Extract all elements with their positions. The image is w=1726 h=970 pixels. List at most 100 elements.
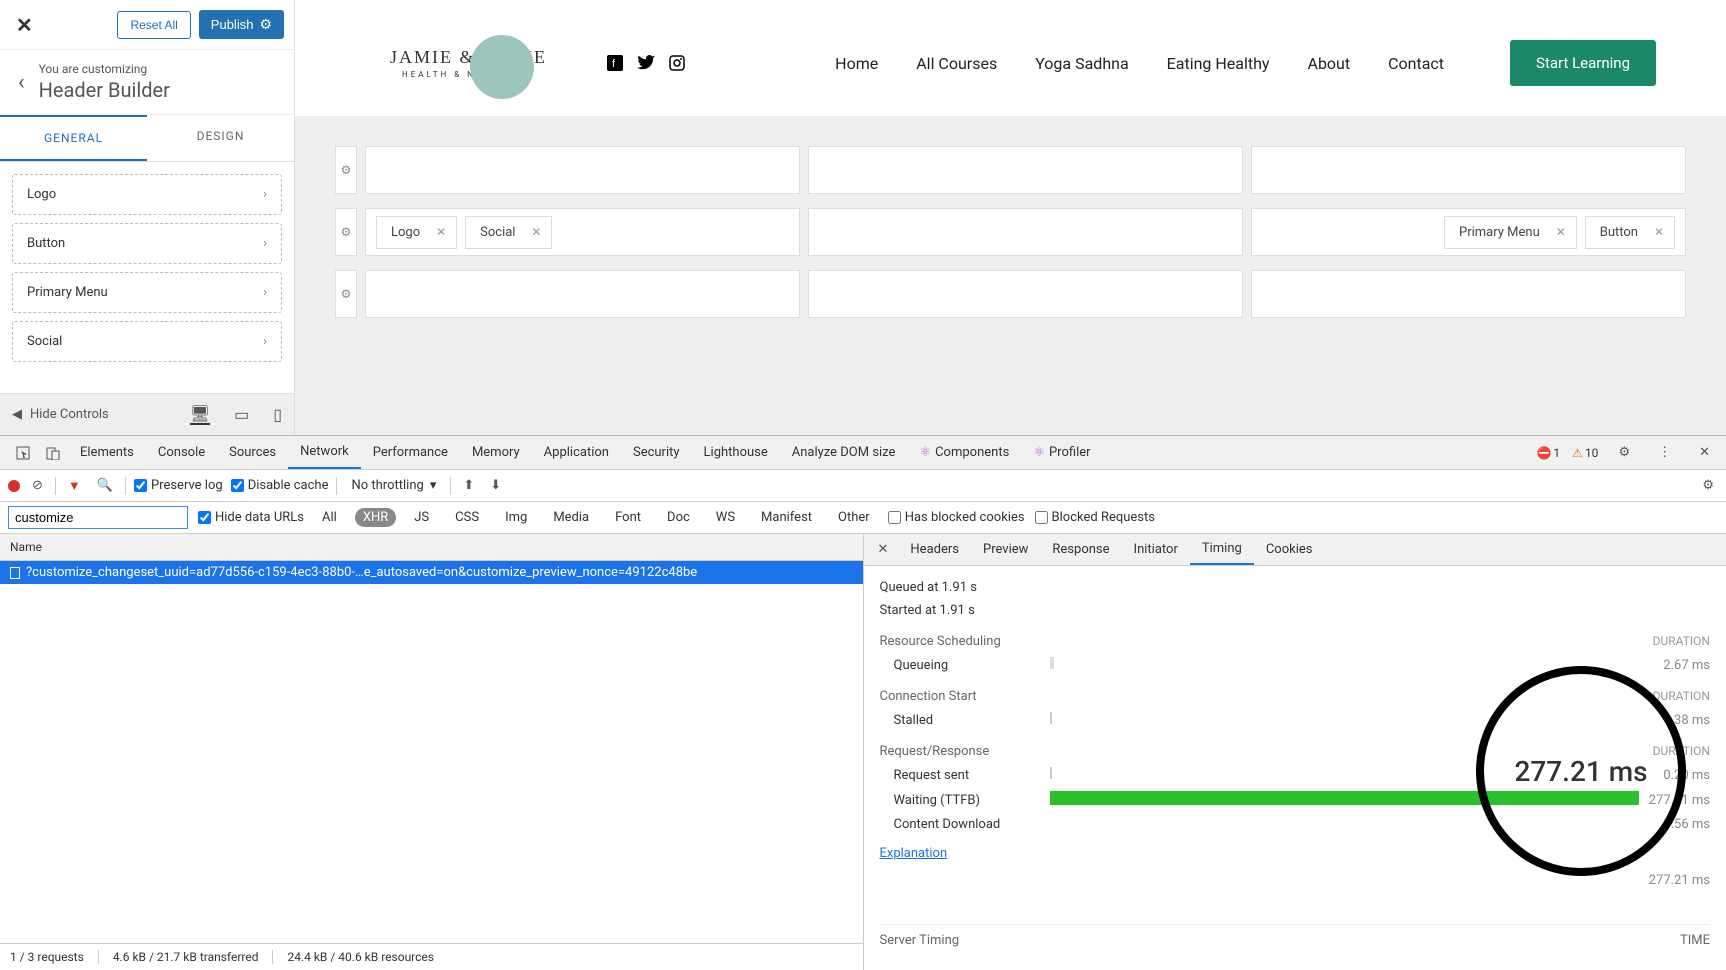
filter-js[interactable]: JS [406, 508, 437, 527]
row-handle-icon[interactable]: ⚙ [335, 208, 357, 256]
close-icon[interactable]: ✕ [10, 13, 39, 37]
builder-cell[interactable] [1251, 146, 1686, 194]
settings-icon[interactable]: ⚙ [1610, 445, 1638, 460]
close-detail-icon[interactable]: ✕ [868, 542, 899, 557]
remove-icon[interactable]: ✕ [436, 225, 446, 239]
tab-security[interactable]: Security [621, 437, 692, 468]
tab-headers[interactable]: Headers [898, 535, 971, 564]
remove-icon[interactable]: ✕ [531, 225, 541, 239]
desktop-icon[interactable]: 🖥 [190, 404, 210, 425]
download-icon[interactable]: ⬇ [486, 478, 505, 493]
builder-cell[interactable] [1251, 270, 1686, 318]
filter-media[interactable]: Media [545, 508, 597, 527]
request-row[interactable]: ?customize_changeset_uuid=ad77d556-c159-… [0, 561, 863, 584]
item-social[interactable]: Social› [12, 321, 282, 362]
checkbox[interactable] [134, 479, 147, 492]
tab-general[interactable]: GENERAL [0, 115, 147, 161]
hide-data-urls-checkbox[interactable]: Hide data URLs [198, 510, 304, 525]
builder-cell[interactable] [365, 270, 800, 318]
blocked-cookies-checkbox[interactable]: Has blocked cookies [888, 510, 1025, 525]
tab-application[interactable]: Application [532, 437, 621, 468]
item-primary-menu[interactable]: Primary Menu› [12, 272, 282, 313]
more-icon[interactable]: ⋮ [1650, 445, 1679, 460]
filter-img[interactable]: Img [497, 508, 535, 527]
tab-elements[interactable]: Elements [68, 437, 146, 468]
tab-response[interactable]: Response [1040, 535, 1121, 564]
nav-courses[interactable]: All Courses [916, 54, 997, 73]
mobile-icon[interactable]: ▯ [273, 405, 282, 424]
preserve-log-checkbox[interactable]: Preserve log [134, 478, 223, 493]
blocked-requests-checkbox[interactable]: Blocked Requests [1035, 510, 1155, 525]
row-handle-icon[interactable]: ⚙ [335, 270, 357, 318]
filter-font[interactable]: Font [607, 508, 649, 527]
filter-manifest[interactable]: Manifest [753, 508, 820, 527]
inspect-icon[interactable] [8, 446, 38, 460]
remove-icon[interactable]: ✕ [1654, 225, 1664, 239]
tab-analyze-dom[interactable]: Analyze DOM size [780, 437, 908, 468]
builder-cell[interactable] [808, 208, 1243, 256]
builder-cell[interactable] [808, 146, 1243, 194]
tab-cookies[interactable]: Cookies [1254, 535, 1325, 564]
cta-button[interactable]: Start Learning [1510, 40, 1656, 86]
filter-xhr[interactable]: XHR [355, 508, 396, 527]
site-logo[interactable]: JAMIE & ANNIE HEALTH & NUTRITION [390, 47, 547, 79]
tablet-icon[interactable]: ▭ [234, 405, 249, 424]
filter-other[interactable]: Other [830, 508, 878, 527]
tab-sources[interactable]: Sources [217, 437, 288, 468]
error-count[interactable]: ⛔1 [1536, 446, 1560, 460]
checkbox[interactable] [1035, 511, 1048, 524]
filter-all[interactable]: All [314, 508, 345, 527]
publish-button[interactable]: Publish ⚙ [199, 10, 284, 39]
settings-icon[interactable]: ⚙ [1698, 478, 1718, 493]
warning-count[interactable]: ⚠10 [1572, 446, 1598, 460]
nav-about[interactable]: About [1308, 54, 1351, 73]
builder-cell[interactable] [808, 270, 1243, 318]
element-primary-menu[interactable]: Primary Menu✕ [1444, 216, 1577, 249]
upload-icon[interactable]: ⬆ [459, 478, 478, 493]
builder-cell[interactable] [365, 146, 800, 194]
element-logo[interactable]: Logo✕ [376, 216, 457, 249]
nav-yoga[interactable]: Yoga Sadhna [1035, 54, 1128, 73]
reset-all-button[interactable]: Reset All [117, 11, 190, 39]
nav-home[interactable]: Home [835, 54, 878, 73]
filter-doc[interactable]: Doc [659, 508, 698, 527]
explanation-link[interactable]: Explanation [880, 846, 1711, 861]
tab-network[interactable]: Network [288, 436, 361, 469]
tab-design[interactable]: DESIGN [147, 115, 294, 161]
disable-cache-checkbox[interactable]: Disable cache [231, 478, 329, 493]
filter-css[interactable]: CSS [447, 508, 487, 527]
item-logo[interactable]: Logo› [12, 174, 282, 215]
tab-initiator[interactable]: Initiator [1122, 535, 1190, 564]
record-icon[interactable] [8, 480, 20, 492]
tab-lighthouse[interactable]: Lighthouse [692, 437, 780, 468]
twitter-icon[interactable] [637, 55, 655, 71]
close-devtools-icon[interactable]: ✕ [1691, 445, 1718, 460]
filter-icon[interactable]: ▼ [64, 478, 85, 494]
row-handle-icon[interactable]: ⚙ [335, 146, 357, 194]
tab-performance[interactable]: Performance [361, 437, 460, 468]
instagram-icon[interactable] [669, 55, 685, 71]
element-social[interactable]: Social✕ [465, 216, 552, 249]
builder-cell[interactable]: Logo✕ Social✕ [365, 208, 800, 256]
throttling-select[interactable]: No throttling▾ [345, 478, 442, 493]
search-icon[interactable]: 🔍 [93, 478, 117, 493]
device-toggle-icon[interactable] [38, 446, 68, 460]
element-button[interactable]: Button✕ [1585, 216, 1675, 249]
tab-timing[interactable]: Timing [1190, 534, 1254, 565]
hide-controls-button[interactable]: ◀ Hide Controls [12, 407, 109, 422]
filter-input[interactable] [8, 506, 188, 529]
back-icon[interactable]: ‹ [10, 70, 33, 95]
builder-cell[interactable]: Primary Menu✕ Button✕ [1251, 208, 1686, 256]
item-button[interactable]: Button› [12, 223, 282, 264]
tab-components[interactable]: ⚛Components [907, 437, 1021, 468]
checkbox[interactable] [231, 479, 244, 492]
remove-icon[interactable]: ✕ [1556, 225, 1566, 239]
checkbox[interactable] [198, 511, 211, 524]
nav-contact[interactable]: Contact [1388, 54, 1444, 73]
checkbox[interactable] [888, 511, 901, 524]
tab-profiler[interactable]: ⚛Profiler [1021, 437, 1102, 468]
tab-memory[interactable]: Memory [460, 437, 532, 468]
facebook-icon[interactable]: f [607, 55, 623, 71]
tab-console[interactable]: Console [146, 437, 217, 468]
clear-icon[interactable]: ⊘ [28, 478, 47, 493]
